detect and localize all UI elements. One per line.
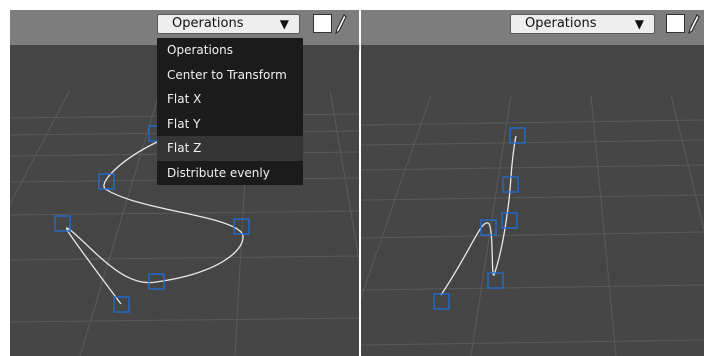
operations-label: Operations <box>172 16 244 31</box>
operations-dropdown-button[interactable]: Operations ▼ <box>510 14 655 34</box>
right-curve <box>440 135 517 296</box>
right-toolbar: Operations ▼ <box>361 10 704 45</box>
menu-item-flat-y[interactable]: Flat Y <box>157 112 303 137</box>
control-point[interactable] <box>509 127 526 144</box>
control-point[interactable] <box>113 296 130 313</box>
operations-label: Operations <box>525 16 597 31</box>
color-swatch[interactable] <box>666 14 685 33</box>
menu-item-flat-z[interactable]: Flat Z <box>157 136 303 161</box>
caret-down-icon: ▼ <box>634 17 644 31</box>
operations-dropdown-button[interactable]: Operations ▼ <box>157 14 300 34</box>
menu-item-distribute-evenly[interactable]: Distribute evenly <box>157 161 303 186</box>
pencil-icon[interactable] <box>335 13 347 35</box>
color-swatch[interactable] <box>313 14 332 33</box>
right-grid <box>361 94 704 356</box>
control-point[interactable] <box>433 293 450 310</box>
menu-item-center-to-transform[interactable]: Center to Transform <box>157 63 303 88</box>
control-point[interactable] <box>487 272 504 289</box>
operations-menu: Operations Center to Transform Flat X Fl… <box>157 38 303 185</box>
control-point[interactable] <box>98 173 115 190</box>
pencil-icon[interactable] <box>688 13 700 35</box>
control-point[interactable] <box>501 212 518 229</box>
right-viewport[interactable]: Operations ▼ <box>361 10 704 356</box>
menu-item-flat-x[interactable]: Flat X <box>157 87 303 112</box>
caret-down-icon: ▼ <box>279 17 289 31</box>
editor-window: Operations ▼ Operations ▼ Operations Cen… <box>0 0 704 356</box>
divider-tick <box>359 44 360 51</box>
control-point[interactable] <box>480 219 497 236</box>
menu-item-operations[interactable]: Operations <box>157 38 303 63</box>
